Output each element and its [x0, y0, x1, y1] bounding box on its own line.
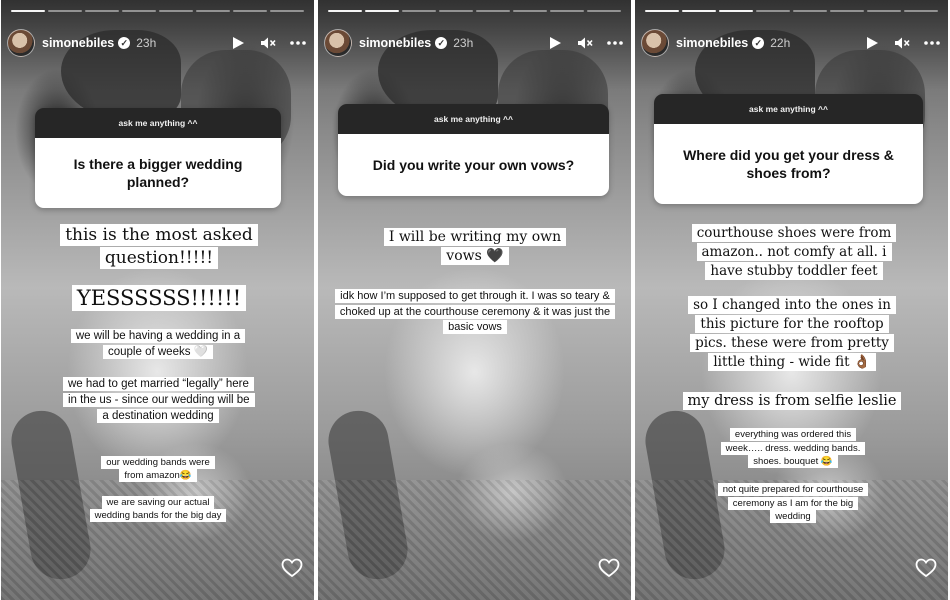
progress-segment [513, 10, 547, 12]
story-progress-bar [645, 10, 938, 12]
caption: YESSSSSS!!!!!! [71, 284, 247, 312]
story-age: 23h [453, 36, 474, 50]
heart-icon[interactable] [915, 558, 937, 578]
progress-segment [122, 10, 156, 12]
question-text: Is there a bigger wedding planned? [35, 138, 281, 208]
heart-icon[interactable] [281, 558, 303, 578]
caption: we are saving our actual wedding bands f… [87, 496, 229, 522]
question-sticker-header: ask me anything ^^ [35, 108, 281, 138]
play-icon[interactable] [230, 35, 246, 51]
caption: we had to get married “legally” here in … [63, 376, 255, 424]
progress-segment [402, 10, 436, 12]
username[interactable]: simonebiles [42, 36, 114, 50]
more-icon[interactable] [924, 35, 940, 51]
story-age: 23h [136, 36, 157, 50]
mute-icon[interactable] [894, 35, 910, 51]
story-progress-bar [11, 10, 304, 12]
progress-segment [233, 10, 267, 12]
story-panel-3[interactable]: simonebiles ✓ 22h ask me anything ^^ Whe… [635, 0, 948, 600]
progress-segment [11, 10, 45, 12]
mute-icon[interactable] [260, 35, 276, 51]
caption: my dress is from selfie leslie [675, 391, 909, 411]
progress-segment [904, 10, 938, 12]
progress-segment [196, 10, 230, 12]
more-icon[interactable] [607, 35, 623, 51]
mute-icon[interactable] [577, 35, 593, 51]
verified-badge-icon: ✓ [118, 37, 131, 49]
progress-segment [587, 10, 621, 12]
progress-segment [756, 10, 790, 12]
story-age: 22h [770, 36, 791, 50]
more-icon[interactable] [290, 35, 306, 51]
progress-segment [328, 10, 362, 12]
progress-segment [476, 10, 510, 12]
progress-segment [159, 10, 193, 12]
progress-segment [439, 10, 473, 12]
caption: so I changed into the ones in this pictu… [681, 296, 903, 372]
question-sticker-header: ask me anything ^^ [338, 104, 609, 134]
story-header: simonebiles ✓ 23h [324, 27, 623, 59]
caption: not quite prepared for courthouse ceremo… [715, 483, 871, 524]
verified-badge-icon: ✓ [752, 37, 765, 49]
caption: courthouse shoes were from amazon.. not … [687, 224, 901, 281]
heart-icon[interactable] [598, 558, 620, 578]
story-header: simonebiles ✓ 23h [7, 27, 306, 59]
progress-segment [48, 10, 82, 12]
progress-segment [85, 10, 119, 12]
story-progress-bar [328, 10, 621, 12]
question-text: Did you write your own vows? [338, 134, 609, 196]
username[interactable]: simonebiles [676, 36, 748, 50]
progress-segment [682, 10, 716, 12]
caption: idk how I’m supposed to get through it. … [324, 289, 626, 336]
avatar[interactable] [641, 29, 669, 57]
avatar[interactable] [7, 29, 35, 57]
play-icon[interactable] [864, 35, 880, 51]
question-sticker[interactable]: ask me anything ^^ Is there a bigger wed… [35, 108, 281, 208]
progress-segment [550, 10, 584, 12]
verified-badge-icon: ✓ [435, 37, 448, 49]
username[interactable]: simonebiles [359, 36, 431, 50]
progress-segment [719, 10, 753, 12]
question-text: Where did you get your dress & shoes fro… [654, 124, 923, 204]
story-header: simonebiles ✓ 22h [641, 27, 940, 59]
story-panel-1[interactable]: simonebiles ✓ 23h ask me anything ^^ Is … [1, 0, 314, 600]
progress-segment [270, 10, 304, 12]
progress-segment [645, 10, 679, 12]
question-sticker-header: ask me anything ^^ [654, 94, 923, 124]
caption: we will be having a wedding in a couple … [63, 328, 253, 360]
progress-segment [867, 10, 901, 12]
progress-segment [365, 10, 399, 12]
progress-segment [830, 10, 864, 12]
caption: our wedding bands were from amazon😂 [93, 456, 223, 482]
caption: this is the most asked question!!!!! [59, 224, 259, 270]
question-sticker[interactable]: ask me anything ^^ Did you write your ow… [338, 104, 609, 196]
progress-segment [793, 10, 827, 12]
caption: I will be writing my own vows 🖤 [370, 228, 580, 266]
play-icon[interactable] [547, 35, 563, 51]
avatar[interactable] [324, 29, 352, 57]
question-sticker[interactable]: ask me anything ^^ Where did you get you… [654, 94, 923, 204]
caption: everything was ordered this week….. dres… [713, 428, 873, 469]
story-panel-2[interactable]: simonebiles ✓ 23h ask me anything ^^ Did… [318, 0, 631, 600]
